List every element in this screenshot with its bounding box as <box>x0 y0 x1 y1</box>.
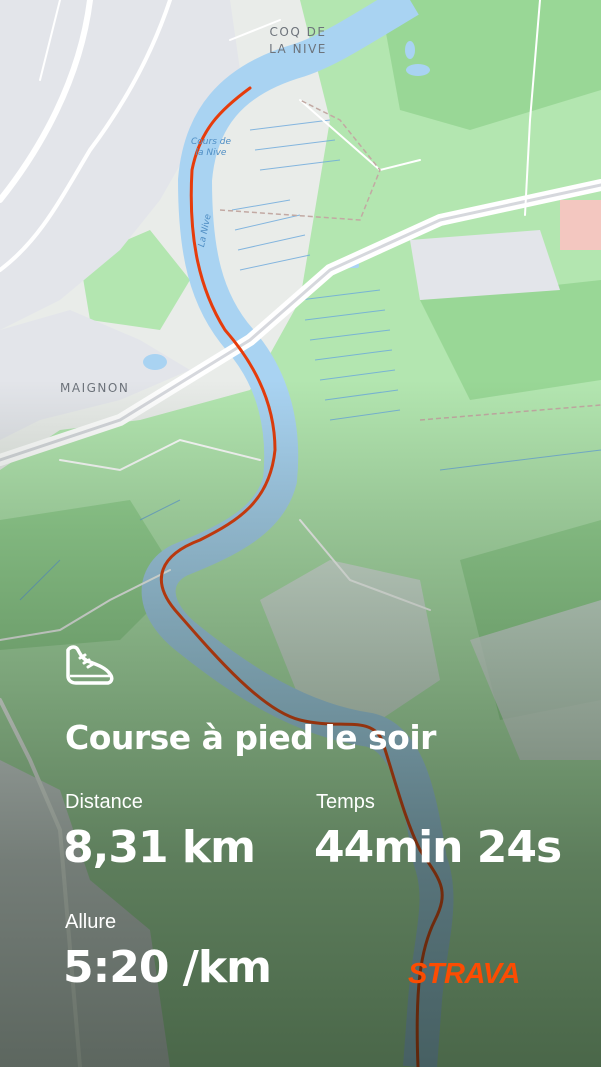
time-label: Temps <box>316 791 375 813</box>
distance-value: 8,31 km <box>63 822 256 873</box>
activity-share-card: COQ DE LA NIVE MAIGNON Cours de la Nive … <box>0 0 601 1067</box>
running-shoe-icon <box>66 645 114 685</box>
place-label-maignon: MAIGNON <box>60 381 130 395</box>
distance-label: Distance <box>65 791 143 813</box>
place-label-coq-de-la-nive: COQ DE LA NIVE <box>269 25 327 56</box>
activity-title: Course à pied le soir <box>65 718 436 757</box>
strava-logo: STRAVA <box>408 958 520 990</box>
pace-label: Allure <box>65 911 117 933</box>
map[interactable] <box>0 0 601 1067</box>
pace-value: 5:20 /km <box>63 942 272 993</box>
time-value: 44min 24s <box>314 822 562 873</box>
water-label-cours-de-la-nive: Cours de la Nive <box>191 137 231 158</box>
